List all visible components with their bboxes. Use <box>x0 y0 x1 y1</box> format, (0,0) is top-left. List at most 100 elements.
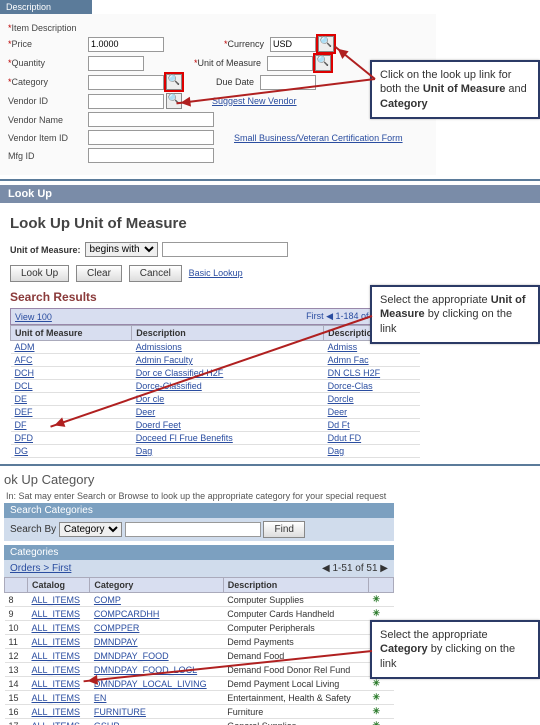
catalog-link[interactable]: ALL_ITEMS <box>32 707 81 717</box>
desc2-link[interactable]: Dorcle <box>328 394 354 404</box>
desc2-link[interactable]: DN CLS H2F <box>328 368 381 378</box>
uom-link[interactable]: DCH <box>15 368 35 378</box>
category-link[interactable]: EN <box>94 693 107 703</box>
desc2-link[interactable]: Dd Ft <box>328 420 350 430</box>
lookup-field-label: Unit of Measure: <box>10 245 81 255</box>
tab-description[interactable]: Description <box>0 0 92 14</box>
desc-link[interactable]: Doerd Feet <box>136 420 181 430</box>
col-catalog[interactable]: Catalog <box>28 578 90 593</box>
lookup-op-select[interactable]: begins with <box>85 242 158 257</box>
category-lookup-icon[interactable]: 🔍 <box>166 74 182 90</box>
desc-link[interactable]: Doceed Fl Frue Benefits <box>136 433 233 443</box>
col-desc1[interactable]: Description <box>132 326 324 341</box>
quantity-input[interactable] <box>88 56 144 71</box>
lookup-button[interactable]: Look Up <box>10 265 69 282</box>
category-paging[interactable]: ◀ 1-51 of 51 ▶ <box>322 563 388 574</box>
uom-link[interactable]: DE <box>15 394 28 404</box>
label-duedate: Due Date <box>216 77 254 87</box>
table-row: 16ALL_ITEMSFURNITUREFurniture✳ <box>5 705 394 719</box>
breadcrumb[interactable]: Orders > First <box>10 563 71 574</box>
separator-2 <box>0 464 540 466</box>
category-search-input[interactable] <box>125 522 261 537</box>
tree-icon[interactable]: ✳ <box>369 705 394 719</box>
tree-icon[interactable]: ✳ <box>369 691 394 705</box>
category-title: ok Up Category <box>0 470 540 489</box>
catalog-link[interactable]: ALL_ITEMS <box>32 609 81 619</box>
lookup-value-input[interactable] <box>162 242 288 257</box>
table-row: DEDor cleDorcle <box>11 393 420 406</box>
label-quantity: Quantity <box>8 58 88 68</box>
uom-link[interactable]: DF <box>15 420 27 430</box>
category-link[interactable]: COMPCARDHH <box>94 609 160 619</box>
catalog-link[interactable]: ALL_ITEMS <box>32 651 81 661</box>
mfgid-input[interactable] <box>88 148 214 163</box>
vendorid-input[interactable] <box>88 94 164 109</box>
searchby-select[interactable]: Category <box>59 522 122 537</box>
desc-link[interactable]: DLck <box>136 459 157 460</box>
find-button[interactable]: Find <box>263 521 304 538</box>
category-link[interactable]: DMNDPAY_LOCAL_LIVING <box>94 679 207 689</box>
cancel-button[interactable]: Cancel <box>129 265 182 282</box>
basic-lookup-link[interactable]: Basic Lookup <box>189 268 243 278</box>
desc2-link[interactable]: Admiss <box>328 342 358 352</box>
category-link[interactable]: DMNDPAY <box>94 637 138 647</box>
label-vendorid: Vendor ID <box>8 96 88 106</box>
catalog-link[interactable]: ALL_ITEMS <box>32 623 81 633</box>
catalog-link[interactable]: ALL_ITEMS <box>32 721 81 725</box>
catalog-link[interactable]: ALL_ITEMS <box>32 693 81 703</box>
category-input[interactable] <box>88 75 164 90</box>
tree-icon[interactable]: ✳ <box>369 593 394 607</box>
catalog-link[interactable]: ALL_ITEMS <box>32 679 81 689</box>
tree-icon[interactable]: ✳ <box>369 719 394 725</box>
desc2-link[interactable]: Dag <box>328 446 345 456</box>
vendorname-input[interactable] <box>88 112 214 127</box>
label-currency: Currency <box>224 39 264 49</box>
uom-link[interactable]: DEF <box>15 407 33 417</box>
smallbiz-link[interactable]: Small Business/Veteran Certification For… <box>234 133 403 143</box>
table-row: DFD Doceed Fl Frue Benefits Ddut FD <box>11 432 420 445</box>
uom-link[interactable]: DCL <box>15 381 33 391</box>
table-row: DF Doerd Feet Dd Ft <box>11 419 420 432</box>
catalog-link[interactable]: ALL_ITEMS <box>32 665 81 675</box>
desc-link[interactable]: Dag <box>136 446 153 456</box>
desc-link[interactable]: Deer <box>136 407 156 417</box>
col-category[interactable]: Category <box>90 578 223 593</box>
uom-link[interactable]: AFC <box>15 355 33 365</box>
uom-lookup-icon[interactable]: 🔍 <box>315 55 331 71</box>
label-price: Price <box>8 39 88 49</box>
desc2-link[interactable]: Ddut FD <box>328 433 362 443</box>
category-link[interactable]: COMP <box>94 595 121 605</box>
uom-link[interactable]: DFD <box>15 433 34 443</box>
tree-icon[interactable]: ✳ <box>369 607 394 621</box>
searchby-label: Search By <box>10 524 56 535</box>
uom-link[interactable]: DG <box>15 446 29 456</box>
desc2-link[interactable]: Dorce-Clas <box>328 381 373 391</box>
category-link[interactable]: GSUP <box>94 721 120 725</box>
col-uom[interactable]: Unit of Measure <box>11 326 132 341</box>
vendoritemid-input[interactable] <box>88 130 214 145</box>
table-row: 17ALL_ITEMSGSUPGeneral Supplies✳ <box>5 719 394 725</box>
table-row: AFC Admin Faculty Admn Fac <box>11 354 420 367</box>
category-link[interactable]: DMNDPAY_FOOD <box>94 651 169 661</box>
category-table: Catalog Category Description 8ALL_ITEMSC… <box>4 577 394 725</box>
currency-input[interactable] <box>270 37 316 52</box>
category-link[interactable]: FURNITURE <box>94 707 146 717</box>
col-catdesc[interactable]: Description <box>223 578 368 593</box>
desc2-link[interactable]: Dock <box>328 459 349 460</box>
catalog-link[interactable]: ALL_ITEMS <box>32 637 81 647</box>
lookup-title: Look Up Unit of Measure <box>10 215 420 232</box>
uom-link[interactable]: ADM <box>15 342 35 352</box>
catalog-link[interactable]: ALL_ITEMS <box>32 595 81 605</box>
lookup-bar: Look Up <box>0 185 540 203</box>
desc-link[interactable]: Admissions <box>136 342 182 352</box>
uom-link[interactable]: DK <box>15 459 28 460</box>
price-input[interactable] <box>88 37 164 52</box>
clear-button[interactable]: Clear <box>76 265 122 282</box>
category-link[interactable]: COMPPER <box>94 623 140 633</box>
desc2-link[interactable]: Deer <box>328 407 348 417</box>
label-category: Category <box>8 77 88 87</box>
uom-input[interactable] <box>267 56 313 71</box>
desc2-link[interactable]: Admn Fac <box>328 355 369 365</box>
desc-link[interactable]: Admin Faculty <box>136 355 193 365</box>
view-100-link[interactable]: View 100 <box>15 312 52 322</box>
